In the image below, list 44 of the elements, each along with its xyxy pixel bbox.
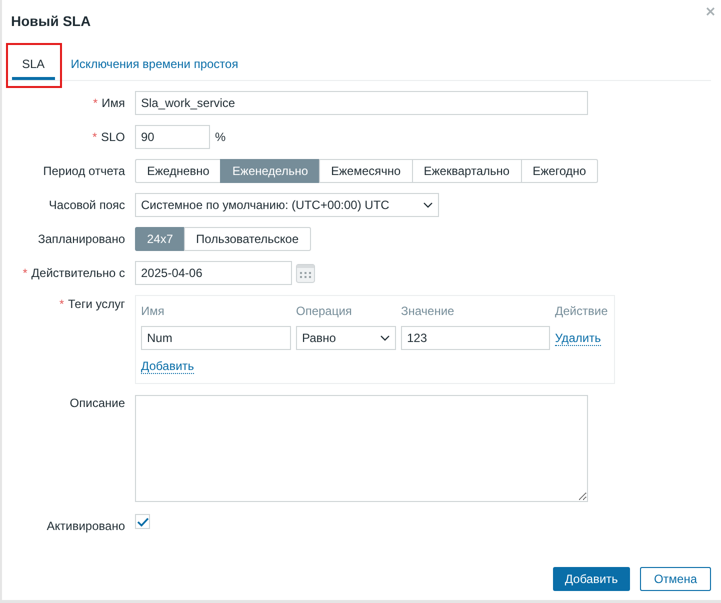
- checkbox[interactable]: [135, 514, 150, 529]
- field-label: Имя: [102, 95, 125, 112]
- column-header: Операция: [296, 303, 353, 320]
- close-icon[interactable]: [706, 7, 715, 16]
- description-field[interactable]: [135, 395, 588, 502]
- timezone-select[interactable]: Системное по умолчанию: (UTC+00:00) UTC: [135, 193, 439, 217]
- tab[interactable]: SLA: [12, 50, 55, 80]
- submit-button[interactable]: Добавить: [552, 567, 630, 591]
- text-field[interactable]: 90: [135, 125, 210, 149]
- segment-option[interactable]: Ежеквартально: [412, 159, 522, 183]
- field-label: Теги услуг: [68, 296, 125, 313]
- segment-option[interactable]: Ежемесячно: [319, 159, 413, 183]
- unit-label: %: [215, 129, 226, 146]
- checkmark-icon: [136, 516, 148, 526]
- field-label: SLO: [100, 129, 125, 146]
- field-label: Запланировано: [38, 231, 125, 248]
- required-mark: *: [92, 129, 97, 146]
- tag-value-field[interactable]: 123: [401, 326, 550, 350]
- column-header: Действие: [555, 303, 609, 320]
- field-label: Описание: [70, 395, 125, 412]
- cancel-button[interactable]: Отмена: [640, 567, 711, 591]
- chevron-icon: [380, 335, 390, 341]
- date-field[interactable]: 2025-04-06: [135, 261, 292, 285]
- column-header: Значение: [401, 303, 456, 320]
- tab[interactable]: Исключения времени простоя: [60, 50, 248, 80]
- text-field[interactable]: Sla_work_service: [135, 91, 588, 115]
- chevron-icon: [423, 202, 433, 208]
- field-label: Действительно с: [31, 265, 125, 282]
- field-label: Активировано: [46, 518, 125, 535]
- calendar-icon[interactable]: [296, 264, 315, 282]
- field-label: Период отчета: [43, 163, 125, 180]
- required-mark: *: [22, 265, 28, 282]
- operation-select[interactable]: Равно: [296, 326, 396, 350]
- tag-name-field[interactable]: Num: [141, 326, 291, 350]
- field-label: Часовой пояс: [48, 197, 125, 214]
- required-mark: *: [59, 296, 64, 313]
- segment-option[interactable]: Ежедневно: [135, 159, 222, 183]
- add-link[interactable]: Добавить: [141, 359, 194, 374]
- remove-link[interactable]: Удалить: [555, 330, 601, 346]
- segment-option[interactable]: Ежегодно: [520, 159, 598, 183]
- dialog-title: Новый SLA: [11, 12, 91, 31]
- segment-option[interactable]: Пользовательское: [184, 227, 311, 251]
- required-mark: *: [92, 95, 98, 112]
- column-header: Имя: [141, 303, 166, 320]
